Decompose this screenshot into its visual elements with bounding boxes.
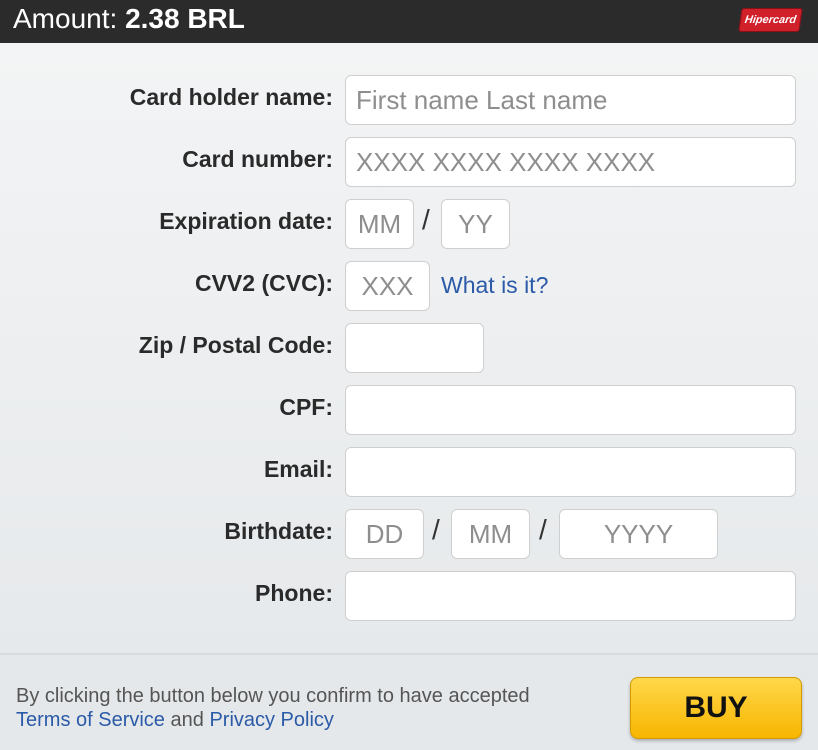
card-number-label: Card number: [182,146,333,172]
zip-code-label: Zip / Postal Code: [138,332,333,358]
amount-display: Amount: 2.38 BRL [13,3,245,35]
expiration-year-input[interactable]: YY [441,199,510,249]
phone-label: Phone: [255,580,333,606]
expiration-separator: / [422,204,430,235]
email-input[interactable] [345,447,796,497]
birthdate-separator-2: / [539,514,547,545]
birthdate-separator-1: / [432,514,440,545]
birthdate-year-input[interactable]: YYYY [559,509,718,559]
card-number-input[interactable]: XXXX XXXX XXXX XXXX [345,137,796,187]
terms-of-service-link[interactable]: Terms of Service [16,709,165,731]
consent-text: By clicking the button below you confirm… [16,684,530,732]
hipercard-logo: Hipercard [738,8,803,32]
amount-label: Amount: [13,3,118,34]
cvv-input[interactable]: XXX [345,261,430,311]
email-label: Email: [263,456,333,482]
birthdate-day-input[interactable]: DD [345,509,424,559]
buy-button[interactable]: BUY [630,677,802,739]
zip-code-input[interactable] [345,323,484,373]
expiration-date-label: Expiration date: [159,208,333,234]
privacy-policy-link[interactable]: Privacy Policy [209,709,333,731]
header: Amount: 2.38 BRL Hipercard [0,0,818,43]
birthdate-month-input[interactable]: MM [451,509,530,559]
phone-input[interactable] [345,571,796,621]
cvv-help-link[interactable]: What is it? [441,272,548,299]
amount-value: 2.38 BRL [125,3,245,34]
card-holder-input[interactable]: First name Last name [345,75,796,125]
card-holder-label: Card holder name: [129,84,333,110]
cpf-label: CPF: [279,394,333,420]
cvv-label: CVV2 (CVC): [194,270,333,296]
birthdate-label: Birthdate: [224,518,333,544]
expiration-month-input[interactable]: MM [345,199,414,249]
consent-line: By clicking the button below you confirm… [16,685,530,707]
and-text: and [170,709,204,731]
cpf-input[interactable] [345,385,796,435]
